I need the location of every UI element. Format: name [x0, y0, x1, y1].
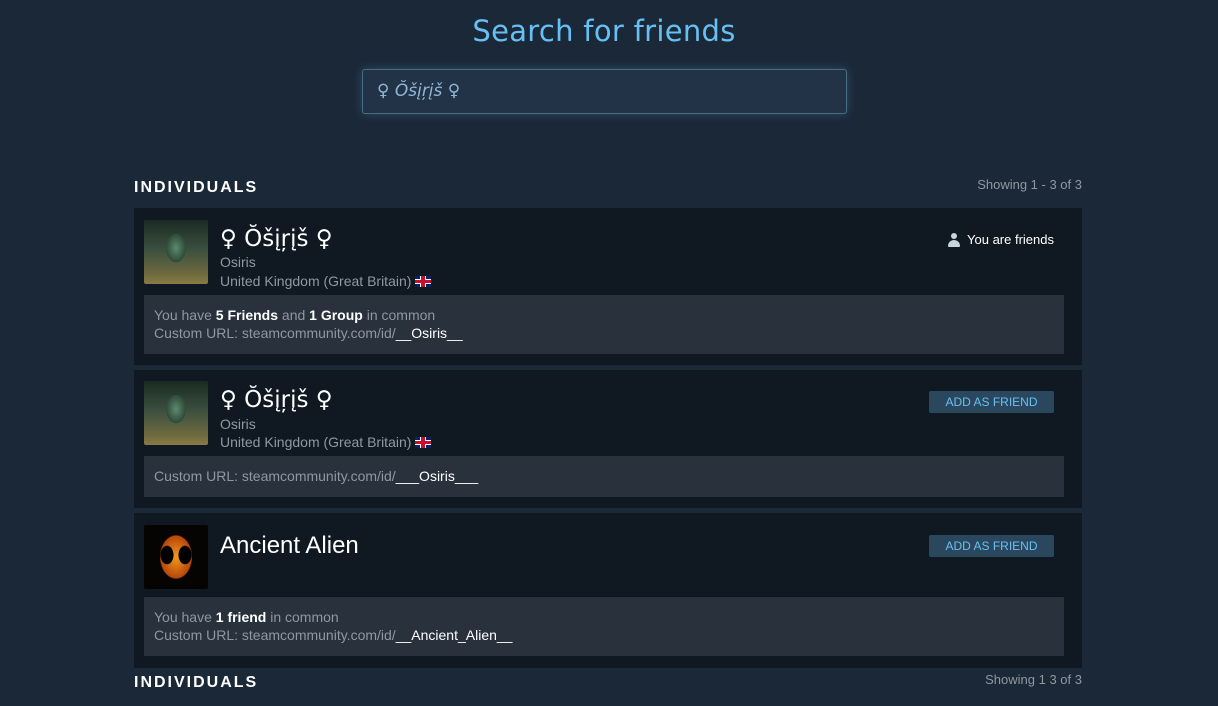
custom-url-line: Custom URL: steamcommunity.com/id/__Osir… — [154, 324, 1054, 342]
common-line: You have 1 friend in common — [154, 608, 1054, 626]
avatar[interactable] — [144, 220, 208, 284]
player-name[interactable]: Ancient Alien — [220, 532, 359, 560]
result-card: ♀ Ŏšįŗįš ♀ Osiris United Kingdom (Great … — [134, 208, 1082, 365]
custom-url-id[interactable]: __Ancient_Alien__ — [396, 627, 513, 643]
common-prefix: You have — [154, 307, 216, 323]
uk-flag-icon — [415, 437, 432, 448]
common-friends-link[interactable]: 1 friend — [216, 609, 267, 625]
result-card: ♀ Ŏšįŗįš ♀ Osiris United Kingdom (Great … — [134, 370, 1082, 508]
custom-url-id[interactable]: __Osiris__ — [396, 325, 463, 341]
search-input[interactable]: ♀ Ŏšįŗįš ♀ — [362, 69, 847, 114]
person-icon — [947, 232, 961, 247]
page-title: Search for friends — [472, 14, 736, 48]
section-heading-individuals: INDIVIDUALS — [134, 674, 259, 691]
result-card: Ancient Alien ADD AS FRIEND You have 1 f… — [134, 513, 1082, 668]
friend-search-page: Search for friends ♀ Ŏšįŗįš ♀ INDIVIDUAL… — [0, 0, 1218, 706]
add-as-friend-button[interactable]: ADD AS FRIEND — [929, 391, 1054, 413]
results-count: Showing 1 3 of 3 — [985, 672, 1082, 687]
common-line: You have 5 Friends and 1 Group in common — [154, 306, 1054, 324]
add-as-friend-button[interactable]: ADD AS FRIEND — [929, 535, 1054, 557]
avatar[interactable] — [144, 381, 208, 445]
custom-url-label: Custom URL: steamcommunity.com/id/ — [154, 325, 396, 341]
location-text: United Kingdom (Great Britain) — [220, 273, 412, 289]
info-box: You have 1 friend in common Custom URL: … — [144, 597, 1064, 656]
custom-url-label: Custom URL: steamcommunity.com/id/ — [154, 627, 396, 643]
results-count: Showing 1 - 3 of 3 — [977, 177, 1082, 192]
common-friends-link[interactable]: 5 Friends — [216, 307, 278, 323]
info-box: You have 5 Friends and 1 Group in common… — [144, 295, 1064, 354]
location: United Kingdom (Great Britain) — [220, 434, 432, 450]
common-suffix: in common — [266, 609, 339, 625]
common-and: and — [278, 307, 310, 323]
uk-flag-icon — [415, 276, 432, 287]
player-name[interactable]: ♀ Ŏšįŗįš ♀ — [220, 226, 333, 252]
common-groups-link[interactable]: 1 Group — [309, 307, 363, 323]
location: United Kingdom (Great Britain) — [220, 273, 432, 289]
common-prefix: You have — [154, 609, 216, 625]
info-box: Custom URL: steamcommunity.com/id/___Osi… — [144, 456, 1064, 497]
friend-status: You are friends — [947, 232, 1054, 247]
custom-url-line: Custom URL: steamcommunity.com/id/___Osi… — [154, 467, 1054, 485]
section-heading-individuals: INDIVIDUALS — [134, 179, 259, 196]
player-name[interactable]: ♀ Ŏšįŗįš ♀ — [220, 387, 333, 413]
custom-url-label: Custom URL: steamcommunity.com/id/ — [154, 468, 396, 484]
avatar[interactable] — [144, 525, 208, 589]
common-suffix: in common — [362, 307, 436, 323]
real-name: Osiris — [220, 416, 256, 432]
friend-status-label: You are friends — [967, 232, 1054, 247]
custom-url-line: Custom URL: steamcommunity.com/id/__Anci… — [154, 626, 1054, 644]
location-text: United Kingdom (Great Britain) — [220, 434, 412, 450]
custom-url-id[interactable]: ___Osiris___ — [396, 468, 479, 484]
real-name: Osiris — [220, 254, 256, 270]
